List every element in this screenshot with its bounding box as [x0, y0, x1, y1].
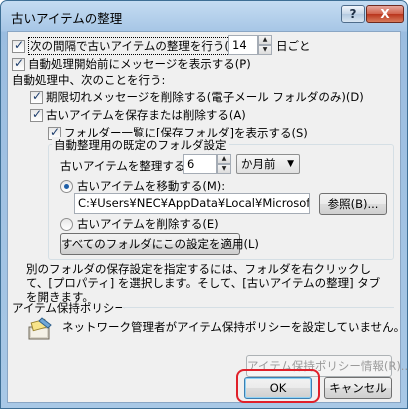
clean-older-input[interactable]: 6 [183, 154, 217, 174]
archive-label: 古いアイテムを保存または削除する(A) [46, 108, 246, 122]
move-to-radio[interactable] [60, 179, 73, 193]
spin-down-icon[interactable]: ▼ [217, 164, 231, 174]
ok-button-highlight [236, 369, 320, 403]
archive-path-input[interactable]: C:¥Users¥NEC¥AppData¥Local¥Microsoft¥Out… [74, 193, 310, 214]
window-title: 古いアイテムの整理 [11, 11, 123, 26]
browse-button[interactable]: 参照(B)... [319, 193, 387, 215]
info-line-1: 別のフォルダの保存設定を指定するには、フォルダを右クリックし [26, 262, 371, 276]
title-bar[interactable]: 古いアイテムの整理 ? X [1, 1, 407, 31]
prompt-before-label: 自動処理開始前にメッセージを表示する(P) [28, 57, 251, 71]
move-to-row: 古いアイテムを移動する(M): [60, 178, 225, 194]
run-every-row: 次の間隔で古いアイテムの整理を行う(D): [12, 37, 249, 55]
delete-expired-label: 期限切れメッセージを削除する(電子メール フォルダのみ)(D) [46, 90, 364, 104]
clean-older-spinner[interactable]: ▲ ▼ [217, 154, 231, 174]
archive-checkbox[interactable] [30, 107, 43, 122]
spin-up-icon[interactable]: ▲ [217, 154, 231, 164]
permanently-delete-radio[interactable] [60, 217, 73, 231]
policy-divider [122, 307, 394, 308]
run-every-label: 次の間隔で古いアイテムの整理を行う(D): [28, 37, 249, 55]
delete-expired-checkbox[interactable] [30, 89, 43, 104]
info-line-2: て、[プロパティ] を選択します。そして、[古いアイテムの整理] タブ [26, 276, 381, 290]
permanently-delete-row: 古いアイテムを削除する(E) [60, 216, 219, 232]
spin-down-icon[interactable]: ▼ [258, 45, 272, 55]
policy-section-label: アイテム保持ポリシー [12, 301, 126, 315]
archive-row: 古いアイテムを保存または削除する(A) [30, 107, 246, 123]
run-every-unit: 日ごと [276, 39, 311, 53]
clean-older-unit-value: か月前 [241, 157, 276, 171]
apply-to-all-button[interactable]: すべてのフォルダにこの設定を適用(L) [60, 233, 259, 255]
default-folder-group-label: 自動整理用の既定のフォルダ設定 [52, 137, 229, 153]
run-every-days-input[interactable]: 14 [228, 35, 258, 55]
clean-older-unit-select[interactable]: か月前 ▼ [236, 154, 300, 174]
help-button[interactable]: ? [341, 5, 365, 23]
dialog-client: 次の間隔で古いアイテムの整理を行う(D): 14 ▲ ▼ 日ごと 自動処理開始前… [7, 31, 407, 403]
cancel-button[interactable]: キャンセル [324, 377, 392, 399]
run-every-spinner[interactable]: ▲ ▼ [258, 35, 272, 55]
prompt-before-checkbox[interactable] [12, 56, 25, 71]
run-every-checkbox[interactable] [12, 38, 25, 53]
close-button[interactable]: X [366, 5, 404, 23]
chevron-down-icon: ▼ [287, 159, 294, 169]
move-to-label: 古いアイテムを移動する(M): [77, 179, 226, 193]
policy-icon [28, 317, 52, 340]
during-label: 自動処理中、次のことを行う: [12, 73, 166, 87]
permanently-delete-label: 古いアイテムを削除する(E) [77, 217, 219, 231]
policy-message: ネットワーク管理者がアイテム保持ポリシーを設定していません。 [62, 320, 406, 334]
clean-older-label: 古いアイテムを整理する(C) [60, 159, 203, 173]
dialog-window: 古いアイテムの整理 ? X 次の間隔で古いアイテムの整理を行う(D): 14 ▲… [0, 0, 408, 409]
delete-expired-row: 期限切れメッセージを削除する(電子メール フォルダのみ)(D) [30, 89, 364, 105]
prompt-before-row: 自動処理開始前にメッセージを表示する(P) [12, 56, 251, 72]
spin-up-icon[interactable]: ▲ [258, 35, 272, 45]
